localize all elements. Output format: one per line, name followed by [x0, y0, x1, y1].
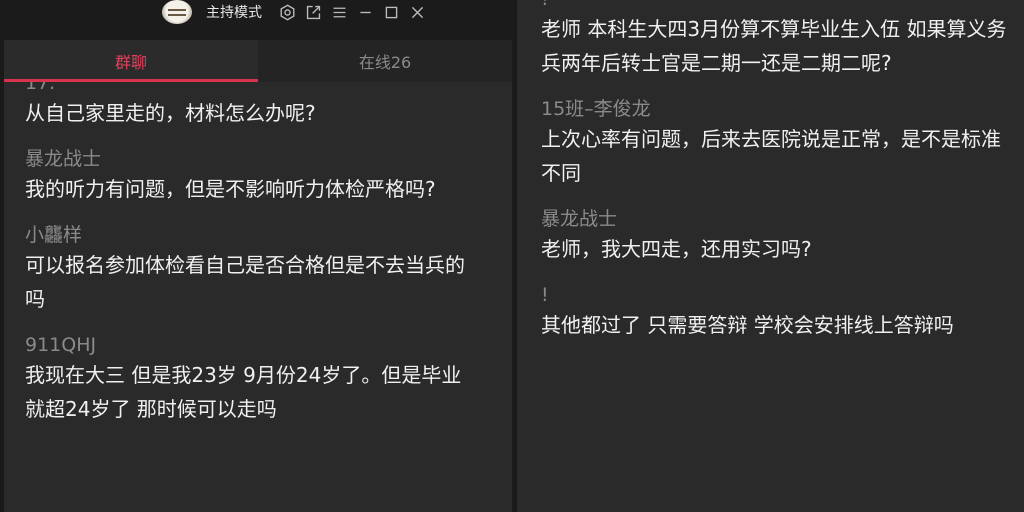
message-text: 老师，我大四走，还用实习吗?	[541, 237, 812, 261]
sender-name: 911QHJ	[25, 334, 97, 356]
message-text: 老师 本科生大四3月份算不算毕业生入伍 如果算义务兵两年后转士官是二期一还是二期…	[541, 17, 1007, 75]
list-item: 小龘样 可以报名参加体检看自己是否合格但是不去当兵的吗	[25, 222, 512, 316]
sender-name: 暴龙战士	[25, 148, 102, 170]
message-text: 上次心率有问题，后来去医院说是正常，是不是标准不同	[541, 127, 1001, 185]
close-icon[interactable]	[404, 0, 430, 24]
list-item: 15班–李俊龙 上次心率有问题，后来去医院说是正常，是不是标准不同	[541, 96, 1024, 190]
message-text: 其他都过了 只需要答辩 学校会安排线上答辩吗	[541, 313, 954, 337]
list-item: ! 老师 本科生大四3月份算不算毕业生入伍 如果算义务兵两年后转士官是二期一还是…	[541, 0, 1024, 80]
minimize-icon[interactable]	[352, 0, 378, 24]
sender-name: 17.	[25, 82, 56, 94]
sender-name: !	[541, 284, 549, 306]
message-text: 我的听力有问题，但是不影响听力体检严格吗?	[25, 177, 436, 201]
list-item: ! 其他都过了 只需要答辩 学校会安排线上答辩吗	[541, 282, 1024, 342]
list-item: 17. 从自己家里走的，材料怎么办呢?	[25, 82, 512, 130]
list-item: 911QHJ 我现在大三 但是我23岁 9月份24岁了。但是毕业就超24岁了 那…	[25, 332, 512, 426]
menu-icon[interactable]	[326, 0, 352, 24]
message-text: 从自己家里走的，材料怎么办呢?	[25, 101, 316, 125]
sender-name: !	[541, 0, 1024, 12]
host-avatar[interactable]	[162, 0, 192, 24]
list-item: 暴龙战士 老师，我大四走，还用实习吗?	[541, 206, 1024, 266]
message-list[interactable]: 17. 从自己家里走的，材料怎么办呢? 暴龙战士 我的听力有问题，但是不影响听力…	[4, 82, 512, 512]
titlebar: 主持模式	[162, 0, 512, 24]
group-chat-panel: 群聊 在线26 17. 从自己家里走的，材料怎么办呢? 暴龙战士 我的听力有问题…	[4, 40, 512, 512]
message-text: 可以报名参加体检看自己是否合格但是不去当兵的吗	[25, 253, 465, 311]
chat-detail-panel: ! 老师 本科生大四3月份算不算毕业生入伍 如果算义务兵两年后转士官是二期一还是…	[517, 0, 1024, 512]
tab-group-chat[interactable]: 群聊	[4, 40, 258, 82]
sender-name: 暴龙战士	[541, 208, 618, 230]
tab-online[interactable]: 在线26	[258, 40, 512, 82]
list-item: 暴龙战士 我的听力有问题，但是不影响听力体检严格吗?	[25, 146, 512, 206]
settings-icon[interactable]	[274, 0, 300, 24]
tab-bar: 群聊 在线26	[4, 40, 512, 82]
sender-name: 小龘样	[25, 224, 83, 246]
external-window-icon[interactable]	[300, 0, 326, 24]
message-list[interactable]: ! 老师 本科生大四3月份算不算毕业生入伍 如果算义务兵两年后转士官是二期一还是…	[517, 0, 1024, 512]
sender-name: 15班–李俊龙	[541, 98, 651, 120]
host-mode-label[interactable]: 主持模式	[206, 2, 262, 22]
message-text: 我现在大三 但是我23岁 9月份24岁了。但是毕业就超24岁了 那时候可以走吗	[25, 363, 462, 421]
maximize-icon[interactable]	[378, 0, 404, 24]
